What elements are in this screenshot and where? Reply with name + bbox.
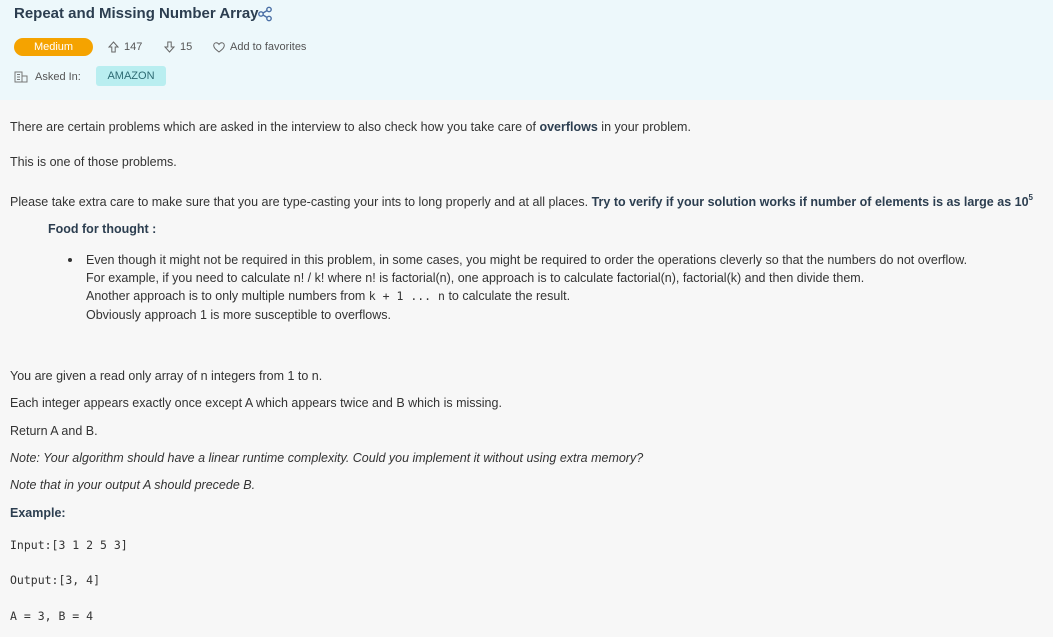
problem-title: Repeat and Missing Number Array — [14, 5, 259, 22]
bullet-dot — [68, 258, 72, 262]
difficulty-badge: Medium — [14, 38, 93, 56]
paragraph-type-casting: Please take extra care to make sure that… — [10, 193, 1033, 209]
paragraph-overflow: There are certain problems which are ask… — [10, 120, 691, 134]
bullet-line-1: Even though it might not be required in … — [86, 253, 968, 267]
note-output-order: Note that in your output A should preced… — [10, 478, 256, 492]
paragraph-read-only-array: You are given a read only array of n int… — [10, 369, 323, 383]
example-result: A = 3, B = 4 — [10, 609, 94, 623]
arrow-down-icon — [164, 41, 175, 53]
favorite-label: Add to favorites — [230, 41, 307, 53]
example-output: Output:[3, 4] — [10, 573, 101, 587]
share-icon[interactable] — [257, 6, 273, 22]
bullet-line-2: For example, if you need to calculate n!… — [86, 271, 865, 285]
example-heading: Example: — [10, 506, 66, 520]
asked-in: Asked In: — [14, 68, 81, 86]
example-input: Input:[3 1 2 5 3] — [10, 538, 128, 552]
bullet-line-4: Obviously approach 1 is more susceptible… — [86, 308, 392, 322]
note-linear-runtime: Note: Your algorithm should have a linea… — [10, 451, 644, 465]
arrow-up-icon — [108, 41, 119, 53]
downvote-button[interactable]: 15 — [164, 38, 192, 56]
downvote-count: 15 — [180, 41, 193, 53]
heart-icon — [213, 41, 225, 53]
add-to-favorites-button[interactable]: Add to favorites — [213, 38, 306, 56]
paragraph-each-integer: Each integer appears exactly once except… — [10, 396, 502, 410]
paragraph-return: Return A and B. — [10, 424, 98, 438]
upvote-count: 147 — [124, 41, 143, 53]
problem-header: Repeat and Missing Number Array Medium 1… — [0, 0, 1053, 100]
paragraph-one-of-those: This is one of those problems. — [10, 155, 177, 169]
asked-in-label: Asked In: — [35, 71, 81, 83]
upvote-button[interactable]: 147 — [108, 38, 142, 56]
company-tag-amazon[interactable]: AMAZON — [96, 66, 166, 86]
building-icon — [14, 71, 28, 83]
food-for-thought-heading: Food for thought : — [48, 222, 157, 236]
bullet-line-3: Another approach is to only multiple num… — [86, 289, 571, 303]
